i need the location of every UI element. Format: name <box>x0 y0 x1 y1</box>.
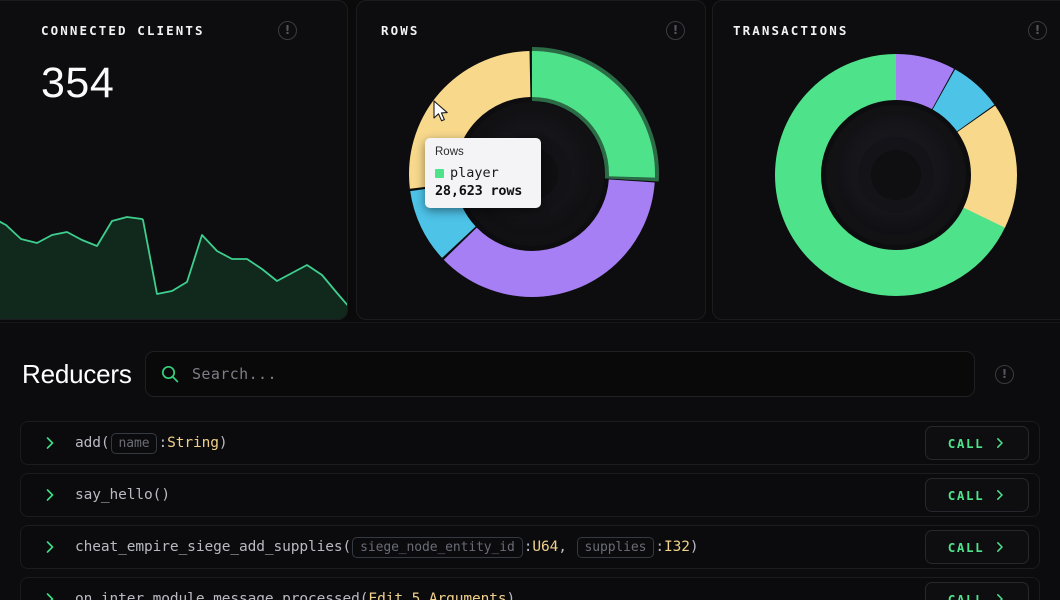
edit-arguments-link[interactable]: Edit 5 Arguments <box>368 591 506 600</box>
alert-circle-glyph: ! <box>1002 368 1007 380</box>
tooltip-series-label: player <box>450 165 499 181</box>
param-name-field[interactable]: siege_node_entity_id <box>352 537 523 558</box>
param-type: U64 <box>532 539 558 555</box>
tooltip-series-row: player <box>435 165 531 181</box>
param-type: I32 <box>664 539 690 555</box>
card-transactions: TRANSACTIONS ! <box>712 0 1060 320</box>
call-button[interactable]: CALL <box>925 582 1029 600</box>
reducer-row[interactable]: on_inter_module_message_processed ( Edit… <box>20 577 1040 600</box>
reducer-signature: on_inter_module_message_processed ( Edit… <box>75 591 925 600</box>
card-title-connected-clients: CONNECTED CLIENTS <box>41 23 205 38</box>
call-button[interactable]: CALL <box>925 530 1029 564</box>
search-icon <box>160 364 180 384</box>
card-header: ROWS ! <box>357 21 705 40</box>
reducer-name: say_hello <box>75 487 153 503</box>
alert-circle-icon[interactable]: ! <box>666 21 685 40</box>
tooltip-value: 28,623 rows <box>435 183 531 199</box>
close-paren: ) <box>507 591 516 600</box>
chevron-right-icon[interactable] <box>43 540 57 554</box>
alert-circle-glyph: ! <box>285 24 290 36</box>
param-separator: : <box>158 435 167 451</box>
card-rows: ROWS ! <box>356 0 706 320</box>
card-header: CONNECTED CLIENTS ! <box>0 21 347 40</box>
param-separator: : <box>524 539 533 555</box>
transactions-donut-chart[interactable] <box>765 44 1027 306</box>
open-paren: ( <box>360 591 369 600</box>
search-input[interactable] <box>192 365 960 383</box>
card-connected-clients: CONNECTED CLIENTS ! 354 <box>0 0 348 320</box>
card-title-transactions: TRANSACTIONS <box>733 23 849 38</box>
chevron-right-icon <box>994 437 1006 449</box>
close-paren: ) <box>690 539 699 555</box>
open-paren: ( <box>101 435 110 451</box>
chevron-right-icon[interactable] <box>43 436 57 450</box>
reducers-header: Reducers ! <box>0 351 1060 397</box>
page-title: Reducers <box>0 359 145 390</box>
chevron-right-icon <box>994 593 1006 600</box>
chevron-right-icon[interactable] <box>43 488 57 502</box>
dashboard-app: CONNECTED CLIENTS ! 354 ROWS ! <box>0 0 1060 600</box>
reducer-name: add <box>75 435 101 451</box>
open-paren: ( <box>153 487 162 503</box>
card-header: TRANSACTIONS ! <box>713 21 1060 40</box>
close-paren: ) <box>219 435 228 451</box>
reducer-row[interactable]: cheat_empire_siege_add_supplies ( siege_… <box>20 525 1040 569</box>
reducer-row[interactable]: say_hello ( ) CALL <box>20 473 1040 517</box>
call-button[interactable]: CALL <box>925 426 1029 460</box>
call-button-label: CALL <box>948 436 985 451</box>
alert-circle-glyph: ! <box>673 24 678 36</box>
tooltip-color-swatch <box>435 169 444 178</box>
param-name-field[interactable]: supplies <box>577 537 655 558</box>
alert-circle-icon[interactable]: ! <box>995 365 1014 384</box>
reducers-list: add ( name : String ) CALL <box>20 421 1040 600</box>
alert-circle-icon[interactable]: ! <box>278 21 297 40</box>
param-comma: , <box>558 539 575 555</box>
call-button-label: CALL <box>948 592 985 600</box>
reducer-name: cheat_empire_siege_add_supplies <box>75 539 343 555</box>
mouse-cursor-icon <box>433 100 451 124</box>
reducer-signature: add ( name : String ) <box>75 433 925 454</box>
call-button-label: CALL <box>948 540 985 555</box>
alert-circle-glyph: ! <box>1035 24 1040 36</box>
param-name-field[interactable]: name <box>111 433 158 454</box>
connected-clients-value: 354 <box>41 59 114 108</box>
chevron-right-icon[interactable] <box>43 592 57 600</box>
call-button[interactable]: CALL <box>925 478 1029 512</box>
tooltip-title: Rows <box>435 146 531 158</box>
call-button-label: CALL <box>948 488 985 503</box>
reducer-name: on_inter_module_message_processed <box>75 591 360 600</box>
connected-clients-sparkline <box>0 189 348 319</box>
reducer-signature: cheat_empire_siege_add_supplies ( siege_… <box>75 537 925 558</box>
card-title-rows: ROWS <box>381 23 420 38</box>
open-paren: ( <box>343 539 352 555</box>
param-separator: : <box>655 539 664 555</box>
chevron-right-icon <box>994 541 1006 553</box>
reducers-search-box[interactable] <box>145 351 975 397</box>
reducers-panel: Reducers ! add ( na <box>0 322 1060 600</box>
reducer-signature: say_hello ( ) <box>75 487 925 503</box>
close-paren: ) <box>161 487 170 503</box>
chevron-right-icon <box>994 489 1006 501</box>
metrics-card-strip: CONNECTED CLIENTS ! 354 ROWS ! <box>0 0 1060 322</box>
param-type: String <box>167 435 219 451</box>
reducer-row[interactable]: add ( name : String ) CALL <box>20 421 1040 465</box>
alert-circle-icon[interactable]: ! <box>1028 21 1047 40</box>
rows-chart-tooltip: Rows player 28,623 rows <box>425 138 541 208</box>
